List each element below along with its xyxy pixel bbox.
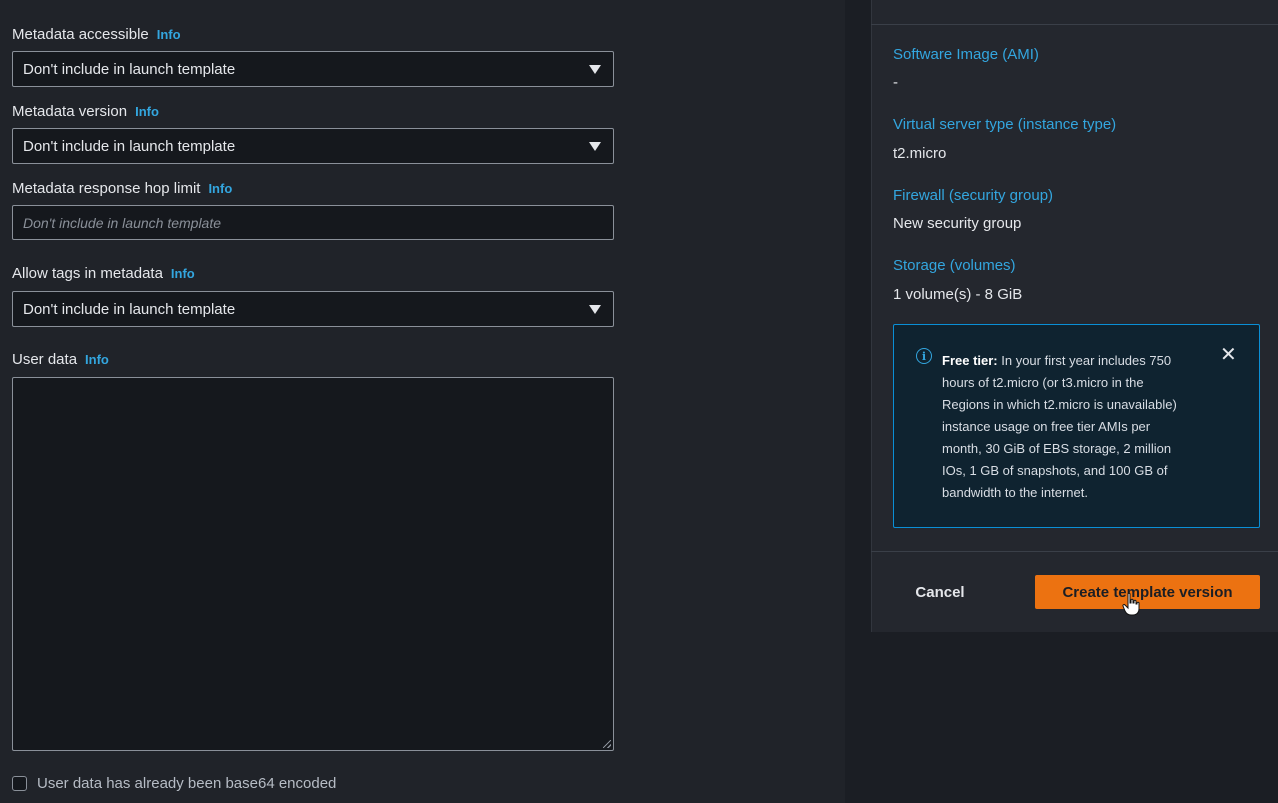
metadata-version-label-text: Metadata version [12, 103, 128, 120]
resize-handle-icon[interactable] [603, 740, 611, 748]
metadata-accessible-label-text: Metadata accessible [12, 26, 149, 43]
instance-type-value: t2.micro [893, 145, 947, 162]
ami-value: - [893, 74, 898, 91]
info-circle-icon: i [916, 348, 932, 364]
hop-limit-input[interactable]: Don't include in launch template [12, 205, 614, 240]
free-tier-line-2: hours of t2.micro (or t3.micro in the [942, 375, 1144, 390]
base64-encoded-label: User data has already been base64 encode… [37, 775, 337, 792]
storage-value: 1 volume(s) - 8 GiB [893, 286, 1023, 303]
advanced-details-form: Metadata accessible Info Don't include i… [0, 0, 845, 803]
hop-limit-info-link[interactable]: Info [208, 181, 232, 196]
allow-tags-label-text: Allow tags in metadata [12, 265, 163, 282]
user-data-label-text: User data [12, 351, 78, 368]
base64-encoded-checkbox[interactable] [12, 776, 27, 791]
allow-tags-value: Don't include in launch template [23, 300, 236, 318]
summary-top-divider [871, 24, 1278, 25]
hand-pointer-cursor-icon [1122, 592, 1140, 616]
free-tier-alert: i Free tier: In your first year includes… [893, 324, 1260, 528]
create-template-version-button[interactable]: Create template version [1035, 575, 1260, 609]
free-tier-line-6: IOs, 1 GB of snapshots, and 100 GB of [942, 463, 1168, 478]
metadata-version-info-link[interactable]: Info [135, 104, 159, 119]
free-tier-message: Free tier: In your first year includes 7… [942, 350, 1192, 504]
free-tier-line-4: instance usage on free tier AMIs per [942, 419, 1151, 434]
free-tier-title: Free tier: [942, 353, 998, 368]
ami-label[interactable]: Software Image (AMI) [893, 46, 1039, 63]
firewall-label[interactable]: Firewall (security group) [893, 187, 1053, 204]
allow-tags-label: Allow tags in metadata Info [12, 265, 195, 282]
caret-down-icon [589, 64, 601, 74]
hop-limit-placeholder: Don't include in launch template [23, 214, 222, 231]
metadata-accessible-info-link[interactable]: Info [157, 27, 181, 42]
actions-divider [871, 551, 1278, 552]
storage-label[interactable]: Storage (volumes) [893, 257, 1016, 274]
hop-limit-label-text: Metadata response hop limit [12, 180, 201, 197]
metadata-accessible-value: Don't include in launch template [23, 60, 236, 78]
caret-down-icon [589, 141, 601, 151]
allow-tags-info-link[interactable]: Info [171, 266, 195, 281]
user-data-label: User data Info [12, 351, 109, 368]
metadata-version-select[interactable]: Don't include in launch template [12, 128, 614, 164]
cancel-button[interactable]: Cancel [900, 576, 980, 608]
base64-encoded-row[interactable]: User data has already been base64 encode… [12, 775, 336, 792]
metadata-version-value: Don't include in launch template [23, 137, 236, 155]
free-tier-line-1: In your first year includes 750 [997, 353, 1172, 368]
launch-template-page: Metadata accessible Info Don't include i… [0, 0, 1278, 803]
free-tier-line-5: month, 30 GiB of EBS storage, 2 million [942, 441, 1172, 456]
instance-type-label[interactable]: Virtual server type (instance type) [893, 116, 1116, 133]
hop-limit-label: Metadata response hop limit Info [12, 180, 232, 197]
metadata-accessible-select[interactable]: Don't include in launch template [12, 51, 614, 87]
allow-tags-select[interactable]: Don't include in launch template [12, 291, 614, 327]
user-data-info-link[interactable]: Info [85, 352, 109, 367]
free-tier-line-3: Regions in which t2.micro is unavailable… [942, 397, 1177, 412]
firewall-value: New security group [893, 215, 1022, 232]
user-data-textarea[interactable] [12, 377, 614, 751]
summary-panel [871, 0, 1278, 632]
close-icon[interactable]: ✕ [1220, 345, 1237, 365]
free-tier-line-7: bandwidth to the internet. [942, 485, 1088, 500]
caret-down-icon [589, 304, 601, 314]
metadata-version-label: Metadata version Info [12, 103, 159, 120]
metadata-accessible-label: Metadata accessible Info [12, 26, 181, 43]
